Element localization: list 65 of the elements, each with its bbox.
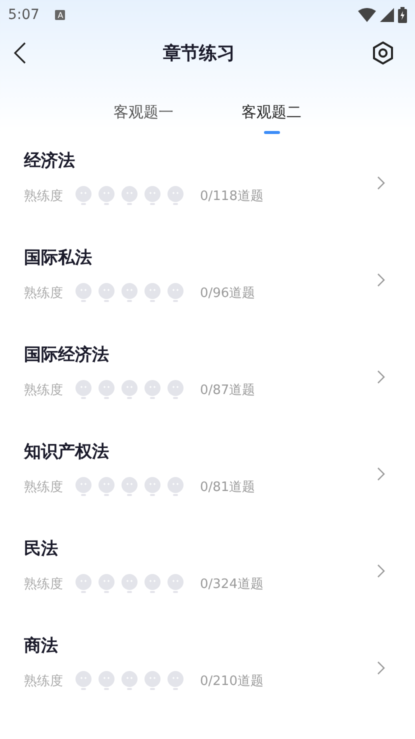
proficiency-label: 熟练度 (24, 285, 63, 302)
chapter-title[interactable]: 国际私法 (24, 246, 92, 269)
bulb-icon (121, 380, 138, 400)
status-time: 5:07 (8, 7, 40, 23)
tab[interactable]: 客观题一 (114, 102, 174, 134)
proficiency-label: 熟练度 (24, 673, 63, 690)
chapter-title[interactable]: 国际经济法 (24, 343, 109, 366)
bulb-icon (144, 380, 161, 400)
chapter-title[interactable]: 经济法 (24, 149, 75, 172)
bulb-icon (98, 574, 115, 594)
question-count: 0/210道题 (200, 673, 264, 690)
tab[interactable]: 客观题二 (242, 102, 302, 134)
proficiency-label: 熟练度 (24, 479, 63, 496)
proficiency-label: 熟练度 (24, 576, 63, 593)
bulb-icon (167, 186, 184, 206)
bulb-icon (75, 380, 92, 400)
chevron-right-icon[interactable] (377, 176, 385, 190)
bulb-icon (75, 283, 92, 303)
back-icon[interactable] (14, 42, 26, 64)
bulb-icon (144, 283, 161, 303)
bulb-icon (167, 283, 184, 303)
bulb-icon (98, 186, 115, 206)
bulb-icon (75, 671, 92, 691)
question-count: 0/87道题 (200, 382, 256, 399)
bulb-icon (98, 477, 115, 497)
signal-icon (380, 8, 394, 22)
bulb-icon (121, 186, 138, 206)
tab-indicator (264, 131, 280, 134)
question-count: 0/81道题 (200, 479, 256, 496)
bulb-icon (75, 477, 92, 497)
bulb-icon (121, 477, 138, 497)
bulb-icon (75, 186, 92, 206)
bulb-icon (144, 186, 161, 206)
settings-icon[interactable] (372, 41, 394, 65)
bulb-icon (121, 671, 138, 691)
bulb-icon (144, 477, 161, 497)
bulb-icon (75, 574, 92, 594)
chevron-right-icon[interactable] (377, 564, 385, 578)
chapter-title[interactable]: 民法 (24, 537, 58, 560)
bulb-icon (167, 380, 184, 400)
bulb-icon (98, 283, 115, 303)
battery-icon (398, 7, 407, 23)
wifi-icon (358, 8, 376, 22)
question-count: 0/118道题 (200, 188, 264, 205)
notification-badge: A (55, 10, 66, 20)
page-title: 章节练习 (163, 42, 235, 65)
bulb-icon (98, 671, 115, 691)
bulb-icon (144, 671, 161, 691)
chevron-right-icon[interactable] (377, 370, 385, 384)
proficiency-label: 熟练度 (24, 188, 63, 205)
question-count: 0/96道题 (200, 285, 256, 302)
bulb-icon (98, 380, 115, 400)
bulb-icon (167, 477, 184, 497)
bulb-icon (121, 283, 138, 303)
bulb-icon (144, 574, 161, 594)
bulb-icon (121, 574, 138, 594)
bulb-icon (167, 671, 184, 691)
chapter-title[interactable]: 知识产权法 (24, 440, 109, 463)
chevron-right-icon[interactable] (377, 660, 385, 674)
bulb-icon (167, 574, 184, 594)
question-count: 0/324道题 (200, 576, 264, 593)
chevron-right-icon[interactable] (377, 272, 385, 286)
chevron-right-icon[interactable] (377, 466, 385, 480)
chapter-title[interactable]: 商法 (24, 634, 58, 657)
proficiency-label: 熟练度 (24, 382, 63, 399)
